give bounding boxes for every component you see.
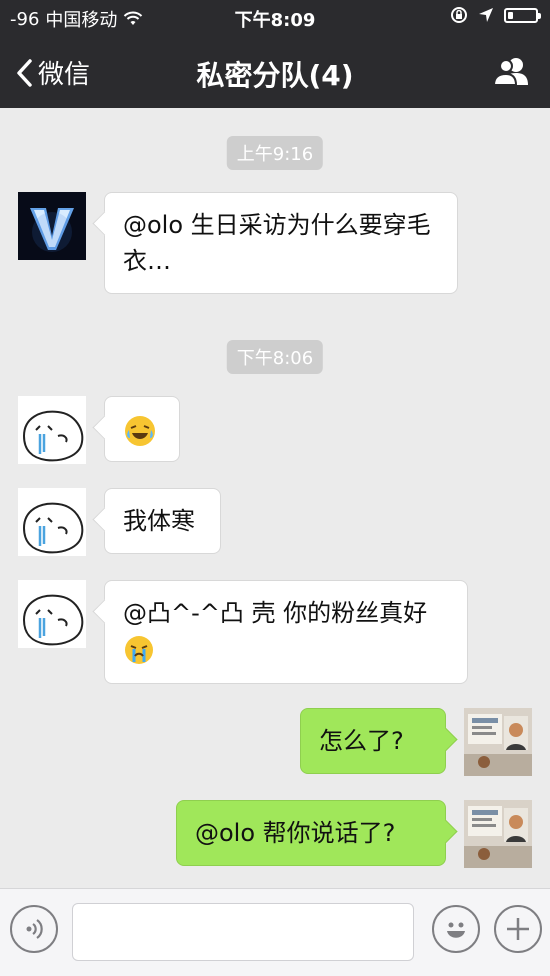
- group-info-button[interactable]: [492, 56, 532, 90]
- more-button[interactable]: [494, 905, 542, 953]
- timestamp: 下午8:06: [226, 340, 324, 374]
- message-bubble[interactable]: [104, 396, 180, 462]
- emoji-icon: [447, 922, 465, 938]
- photo-avatar-image: [464, 800, 532, 868]
- avatar[interactable]: [18, 580, 86, 648]
- cartoon-avatar-image: [18, 488, 86, 556]
- status-right: [450, 6, 541, 24]
- message-text: @凸^-^凸 壳 你的粉丝真好: [123, 599, 428, 627]
- message-input[interactable]: [72, 903, 414, 961]
- cartoon-avatar-image: [18, 580, 86, 648]
- v-logo-avatar-image: [18, 192, 86, 260]
- crying-emoji-icon: [125, 636, 153, 664]
- avatar[interactable]: [18, 396, 86, 464]
- timestamp: 上午9:16: [226, 136, 324, 170]
- chat-area[interactable]: 上午9:16 @olo 生日采访为什么要穿毛衣… 下午8:06 我体寒 @凸^-…: [0, 108, 550, 888]
- photo-avatar-image: [464, 708, 532, 776]
- self-avatar[interactable]: [464, 800, 532, 868]
- plus-icon: [507, 918, 529, 940]
- message-bubble[interactable]: 我体寒: [104, 488, 221, 554]
- message-text: @olo 帮你说话了?: [195, 819, 396, 847]
- message-bubble[interactable]: @凸^-^凸 壳 你的粉丝真好: [104, 580, 468, 684]
- cartoon-avatar-image: [18, 396, 86, 464]
- message-text: 我体寒: [123, 507, 195, 535]
- back-label: 微信: [38, 60, 91, 90]
- voice-button[interactable]: [10, 905, 58, 953]
- rotation-lock-icon: [451, 7, 467, 23]
- laughing-crying-emoji-icon: [125, 416, 155, 446]
- group-members-icon: [492, 58, 528, 86]
- emoji-button[interactable]: [432, 905, 480, 953]
- battery-level: [508, 11, 513, 19]
- message-bubble[interactable]: @olo 生日采访为什么要穿毛衣…: [104, 192, 458, 294]
- message-text: 怎么了?: [319, 727, 404, 755]
- self-avatar[interactable]: [464, 708, 532, 776]
- voice-icon: [26, 919, 43, 939]
- status-bar: -96 中国移动 下午8:09: [0, 0, 550, 36]
- location-arrow-icon: [479, 8, 493, 22]
- input-bar: [0, 888, 550, 976]
- back-button[interactable]: 微信: [16, 54, 90, 91]
- avatar[interactable]: [18, 488, 86, 556]
- message-bubble[interactable]: 怎么了?: [300, 708, 446, 774]
- message-text: @olo 生日采访为什么要穿毛衣…: [123, 211, 431, 275]
- message-bubble[interactable]: @olo 帮你说话了?: [176, 800, 446, 866]
- nav-bar: 微信 私密分队(4): [0, 36, 550, 108]
- avatar[interactable]: [18, 192, 86, 260]
- back-chevron-icon: [17, 58, 32, 87]
- battery-icon: [504, 7, 541, 23]
